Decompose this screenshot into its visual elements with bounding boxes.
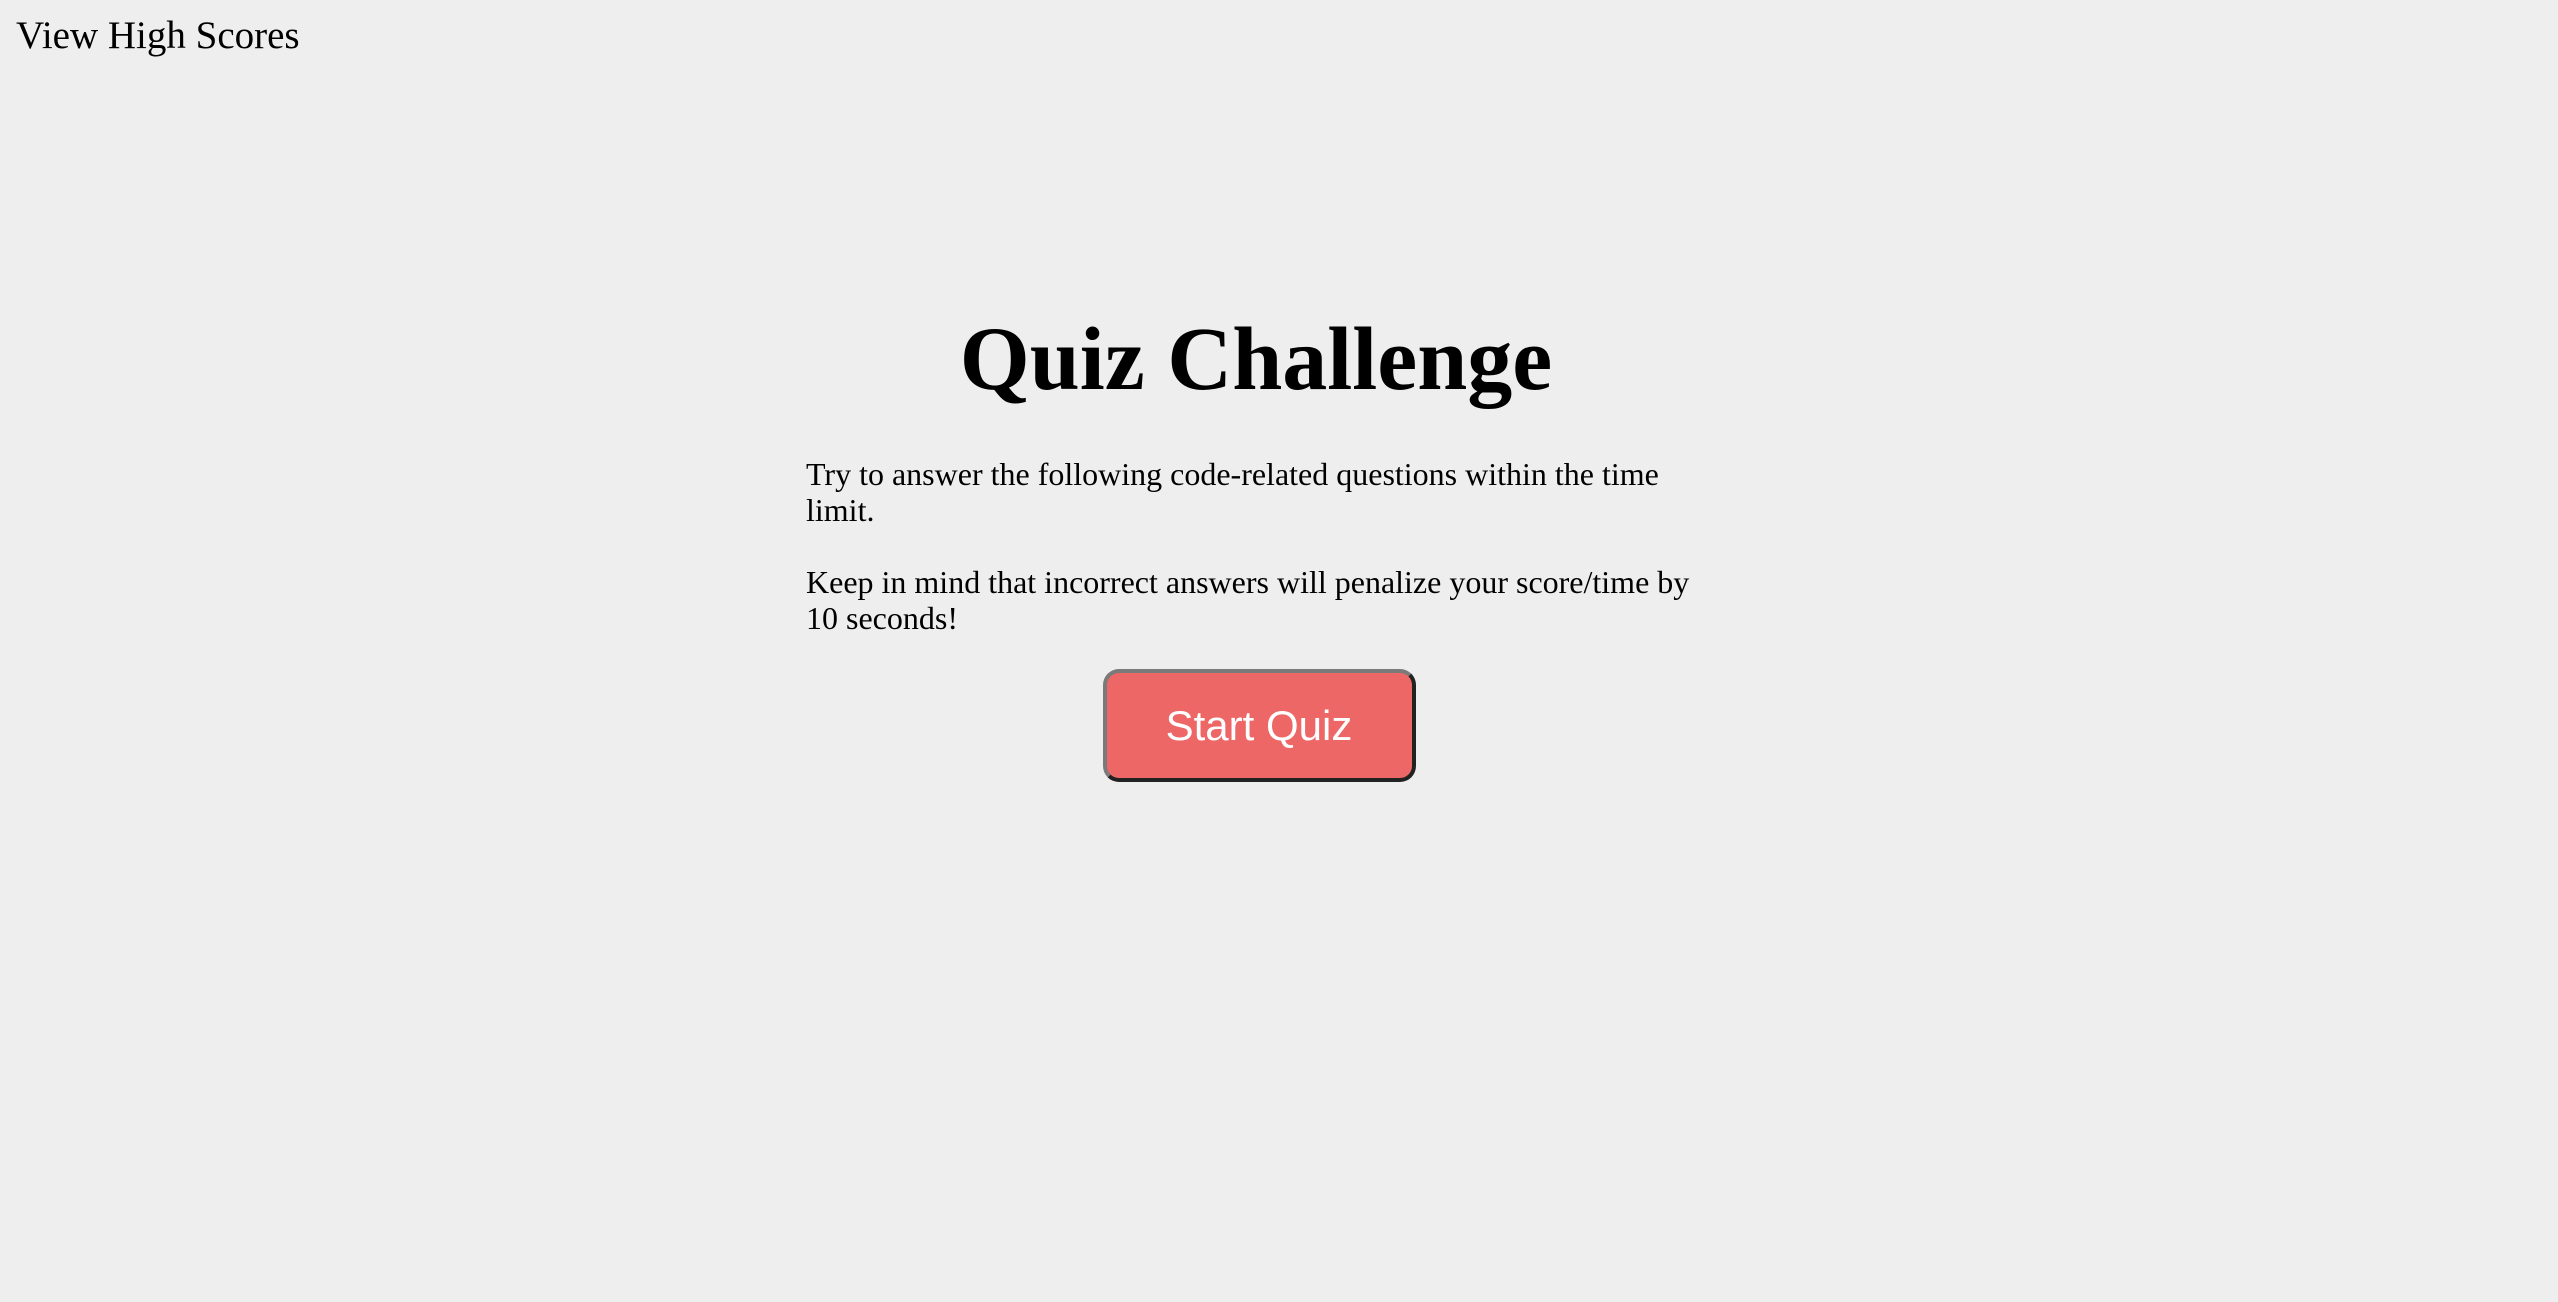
start-button-container: Start Quiz [806,669,1706,782]
start-quiz-button[interactable]: Start Quiz [1102,669,1416,782]
instructions-paragraph: Try to answer the following code-related… [806,456,1659,528]
view-high-scores-link[interactable]: View High Scores [16,12,300,60]
quiz-intro-panel: Quiz Challenge Try to answer the followi… [806,300,1706,782]
page-title: Quiz Challenge [959,310,1553,409]
penalty-warning-paragraph: Keep in mind that incorrect answers will… [806,564,1690,636]
